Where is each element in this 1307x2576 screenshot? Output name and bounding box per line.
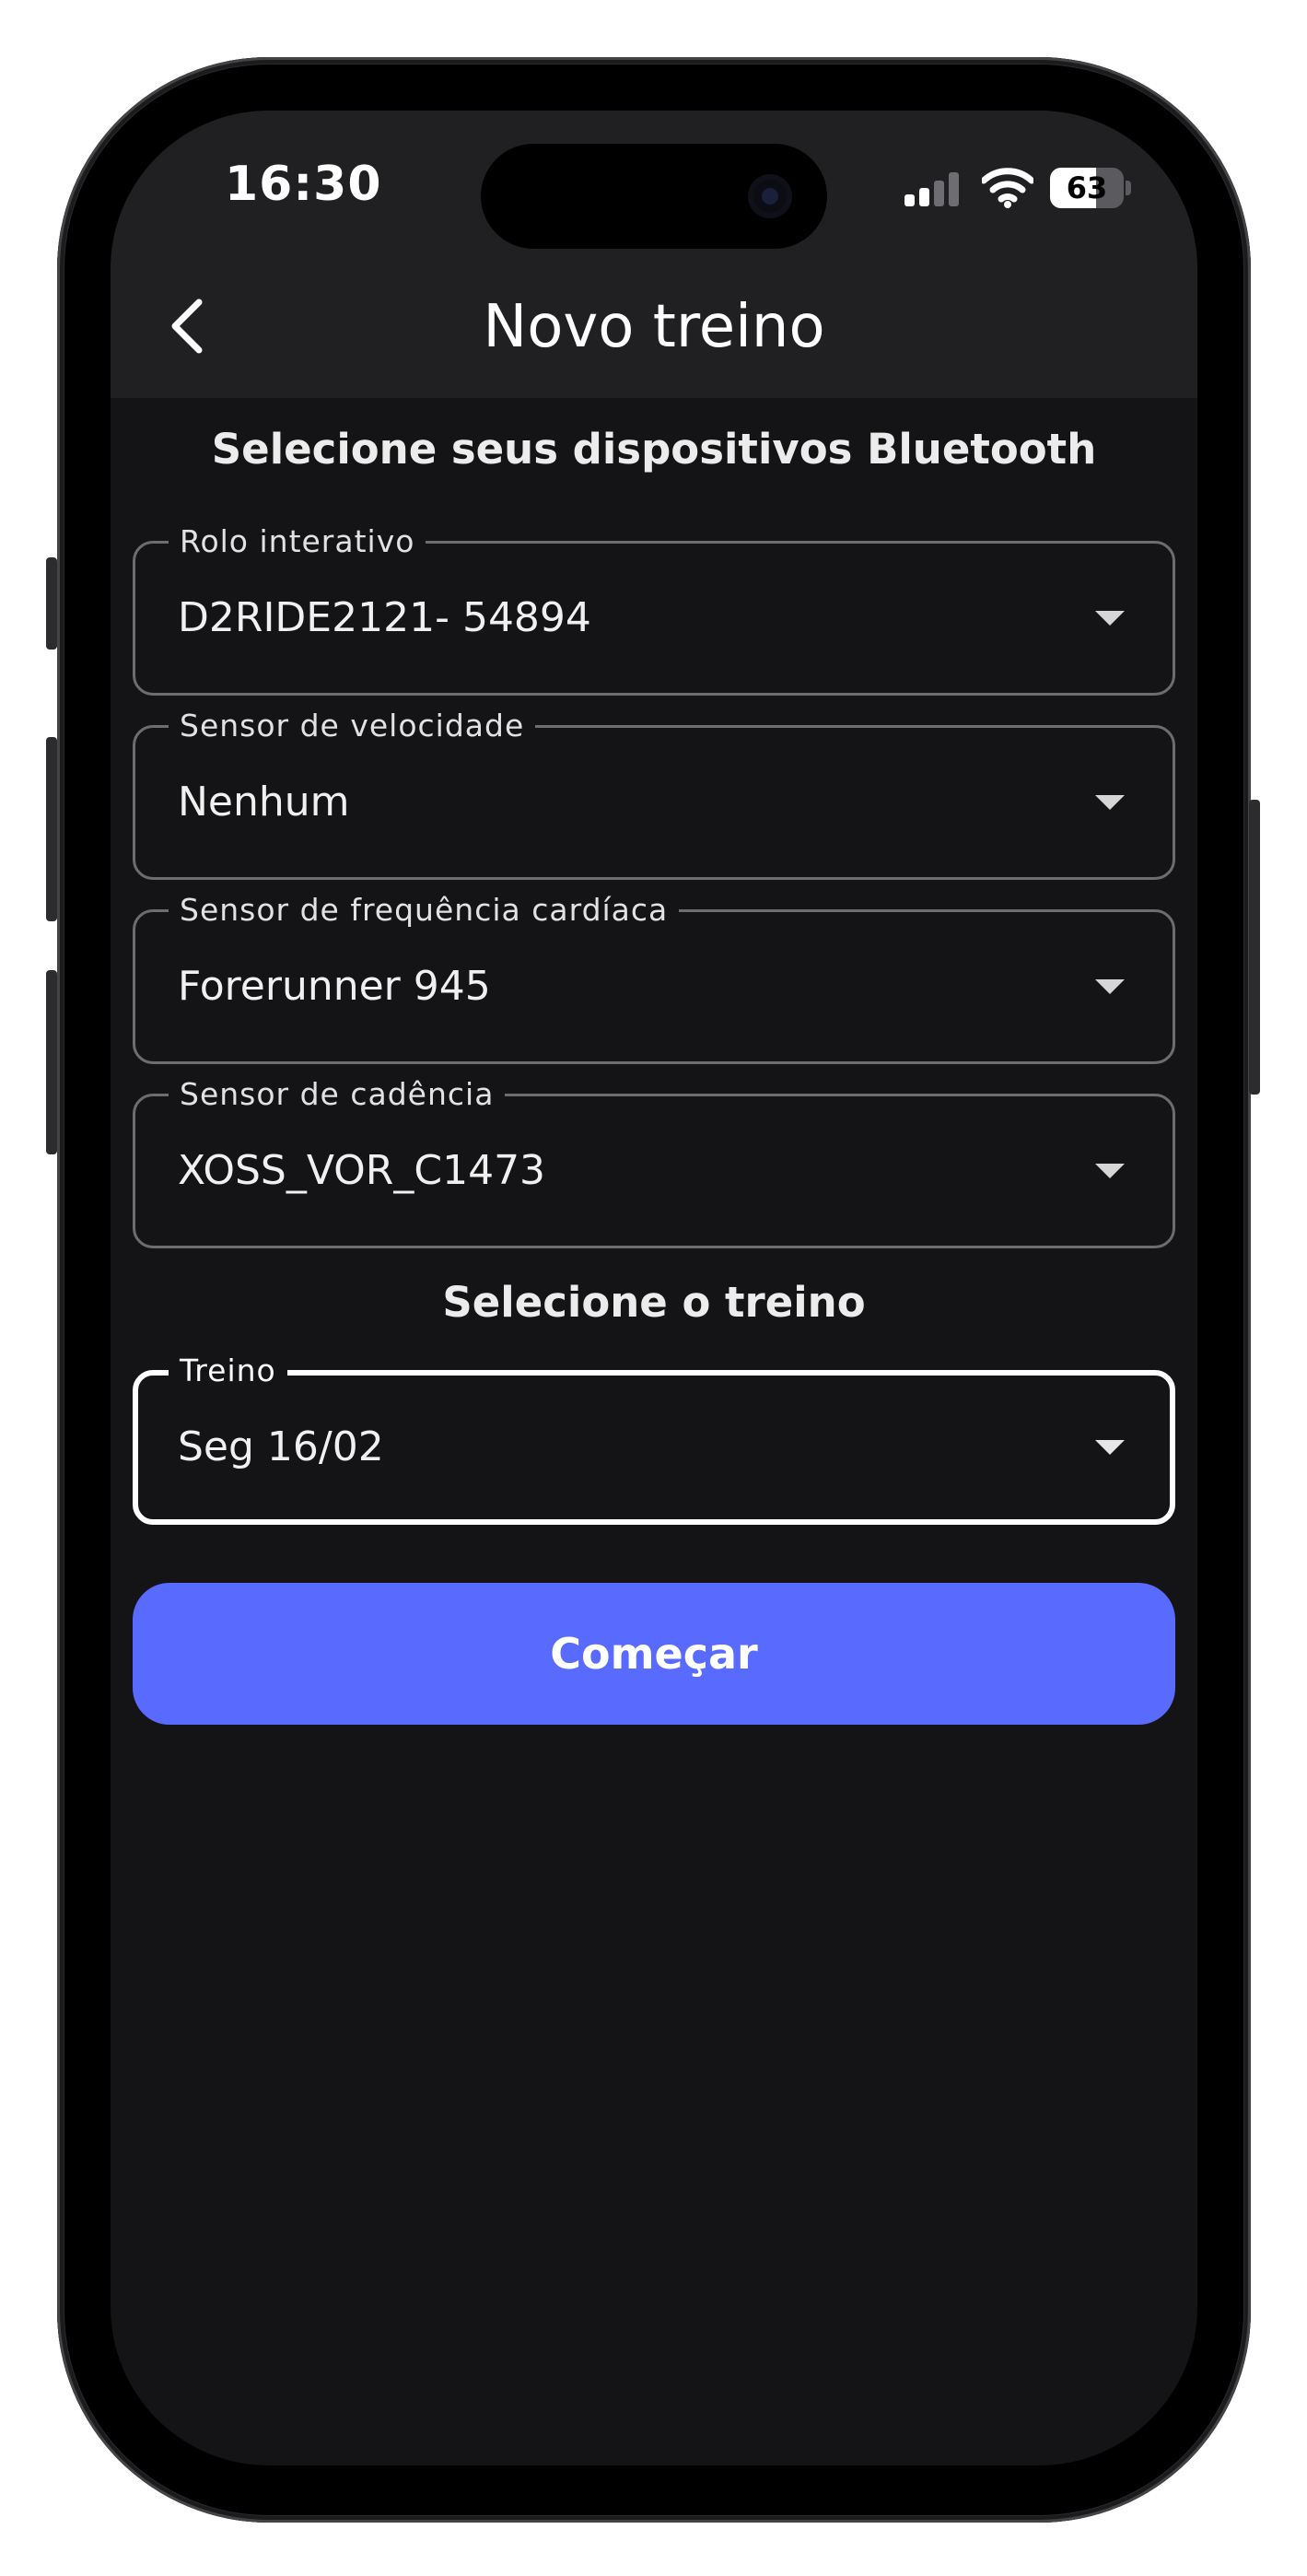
volume-down-button (46, 970, 57, 1154)
field-value: Seg 16/02 (178, 1423, 384, 1470)
status-time: 16:30 (225, 157, 382, 212)
volume-up-button (46, 737, 57, 921)
dropdown-arrow-icon (1095, 1440, 1125, 1455)
battery-level: 63 (1066, 170, 1108, 205)
devices-section-heading: Selecione seus dispositivos Bluetooth (211, 425, 1097, 474)
workout-section-heading: Selecione o treino (442, 1278, 866, 1327)
wifi-icon (982, 168, 1033, 208)
field-value: Nenhum (178, 779, 350, 825)
front-camera-icon (748, 174, 792, 218)
battery-icon: 63 (1050, 168, 1131, 208)
field-value: XOSS_VOR_C1473 (178, 1147, 546, 1194)
interactive-trainer-select[interactable]: Rolo interativo D2RIDE2121- 54894 (133, 523, 1175, 696)
workout-select[interactable]: Treino Seg 16/02 (133, 1352, 1175, 1525)
power-button (1249, 800, 1260, 1095)
dynamic-island (481, 144, 827, 249)
field-value: Forerunner 945 (178, 963, 491, 1010)
dropdown-arrow-icon (1095, 611, 1125, 626)
start-button[interactable]: Começar (133, 1583, 1175, 1725)
action-button (46, 557, 57, 650)
field-value: D2RIDE2121- 54894 (178, 594, 591, 641)
heart-rate-sensor-select[interactable]: Sensor de frequência cardíaca Forerunner… (133, 892, 1175, 1064)
screen: 16:30 63 Novo treino Selecione seus disp… (111, 111, 1197, 2465)
cellular-signal-icon (904, 171, 962, 206)
speed-sensor-select[interactable]: Sensor de velocidade Nenhum (133, 708, 1175, 880)
dropdown-arrow-icon (1095, 979, 1125, 994)
cadence-sensor-select[interactable]: Sensor de cadência XOSS_VOR_C1473 (133, 1076, 1175, 1248)
page-title: Novo treino (483, 293, 825, 361)
dropdown-arrow-icon (1095, 1164, 1125, 1178)
dropdown-arrow-icon (1095, 795, 1125, 810)
